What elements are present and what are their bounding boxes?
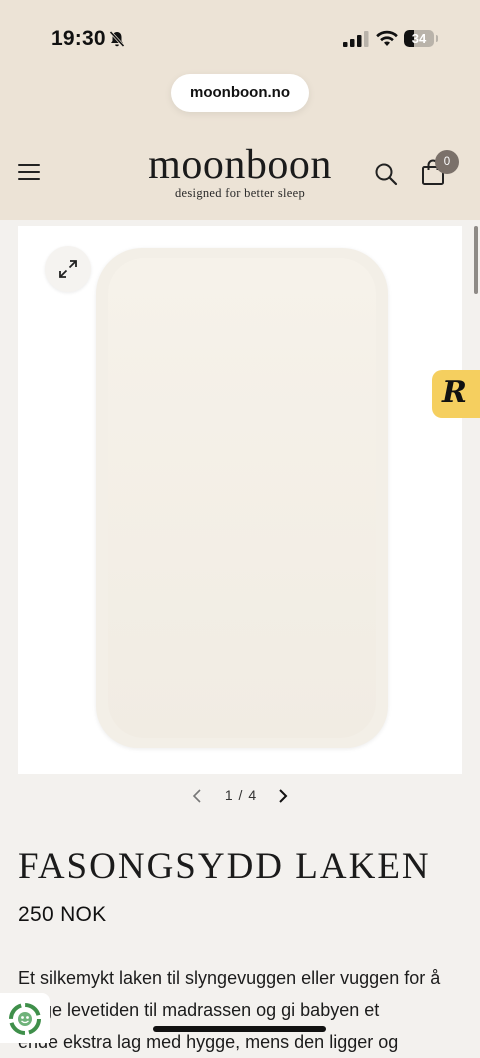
site-logo[interactable]: moonboon designed for better sleep: [140, 142, 340, 201]
gallery-pager: 1 / 4: [188, 784, 298, 808]
product-description: Et silkemykt laken til slyngevuggen elle…: [18, 962, 462, 1058]
scrollbar[interactable]: [474, 226, 478, 294]
product-gallery[interactable]: [18, 226, 462, 774]
current-index: 1: [224, 787, 234, 803]
recycle-icon: [9, 1003, 41, 1035]
status-bar: 19:30 34: [0, 0, 480, 70]
wifi-icon: [376, 30, 398, 46]
product-image[interactable]: [96, 248, 388, 748]
expand-icon: [59, 260, 77, 278]
battery-percent: 34: [411, 31, 427, 46]
logo-name: moonboon: [148, 142, 332, 188]
search-icon[interactable]: [374, 162, 398, 186]
recycle-widget-button[interactable]: [0, 993, 50, 1043]
cart-count-badge[interactable]: 0: [435, 150, 459, 174]
reviews-logo: R: [442, 375, 467, 410]
home-indicator[interactable]: [153, 1026, 326, 1032]
product-title: FASONGSYDD LAKEN: [18, 846, 431, 887]
battery-icon: 34: [404, 30, 438, 48]
logo-tagline: designed for better sleep: [174, 186, 306, 200]
total-count: 4: [248, 787, 258, 803]
description-line: lenge levetiden til madrassen og gi baby…: [18, 1000, 380, 1020]
address-bar[interactable]: moonboon.no: [171, 74, 309, 112]
status-time: 19:30: [51, 27, 106, 50]
site-header: 19:30 34 moonboon.no moonboon designed f…: [0, 0, 480, 220]
counter-separator: /: [238, 787, 244, 803]
menu-button[interactable]: [18, 164, 40, 182]
chevron-right-icon[interactable]: [276, 788, 290, 804]
gallery-counter: 1 / 4: [216, 787, 266, 803]
menu-icon: [18, 164, 40, 180]
expand-button[interactable]: [45, 246, 91, 292]
bell-slash-icon: [109, 30, 125, 48]
description-line: Et silkemykt laken til slyngevuggen elle…: [18, 968, 441, 988]
signal-icon: [343, 31, 369, 47]
chevron-left-icon[interactable]: [190, 788, 204, 804]
product-price: 250 NOK: [18, 903, 107, 926]
reviews-widget-button[interactable]: R: [432, 370, 480, 418]
